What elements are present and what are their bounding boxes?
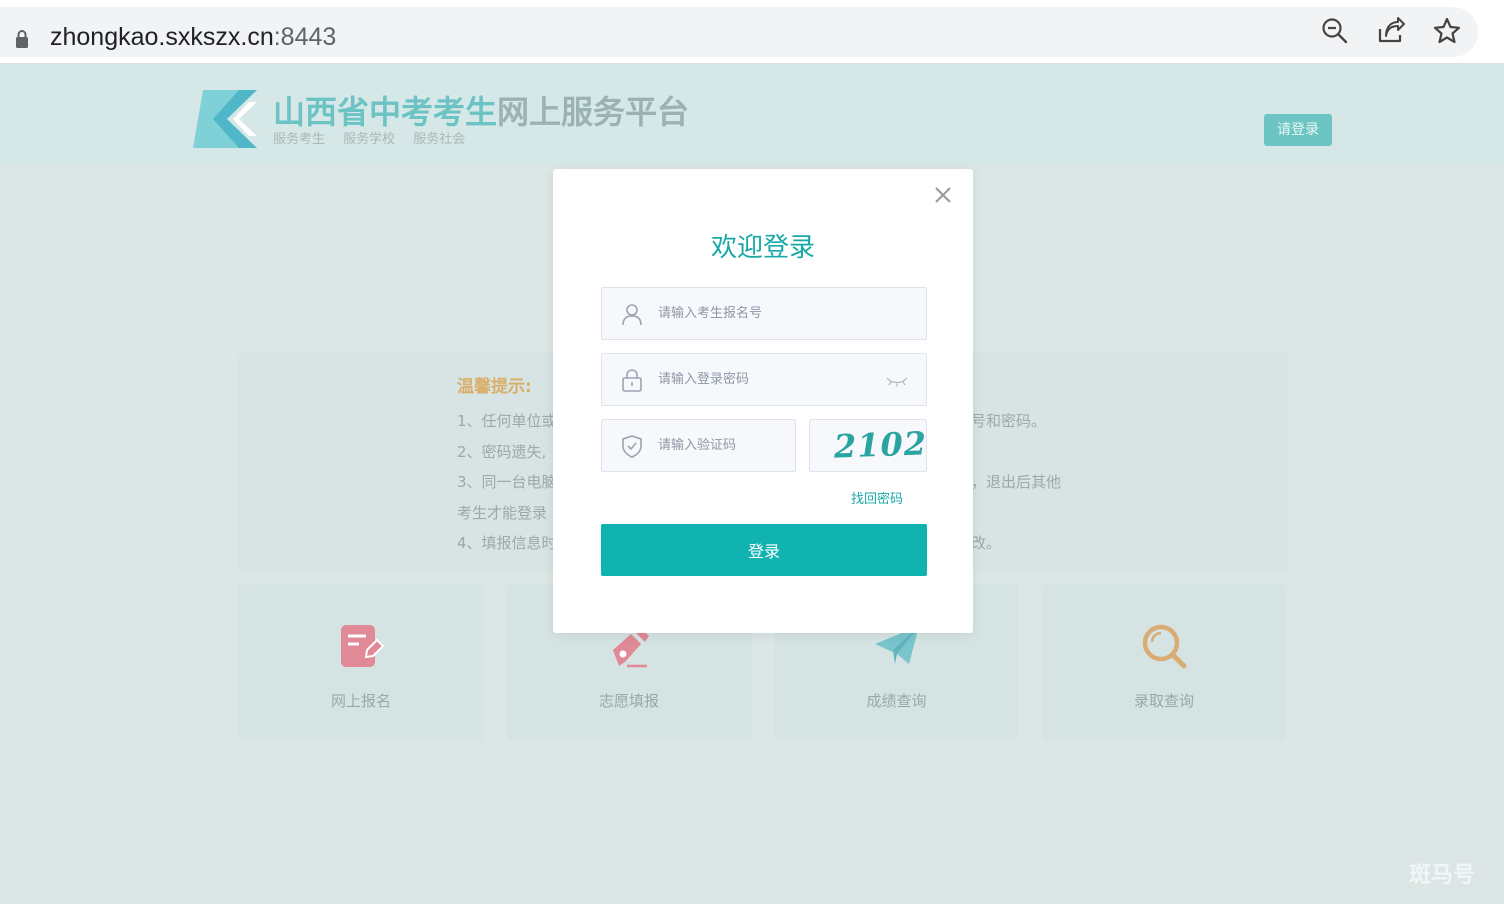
tip-line: 2、密码遗失, — [457, 443, 547, 461]
tip-line: 考生才能登录 — [457, 504, 548, 522]
card-online-registration[interactable]: 网上报名 — [238, 584, 484, 740]
modal-title: 欢迎登录 — [710, 233, 815, 263]
username-field[interactable] — [601, 287, 927, 340]
padlock-icon — [622, 369, 642, 392]
login-submit-button[interactable]: 登录 — [601, 524, 927, 576]
card-label: 志愿填报 — [598, 692, 659, 710]
watermark-text: 斑马号 — [1409, 863, 1476, 888]
magnifier-icon — [1142, 624, 1187, 669]
zoom-out-icon[interactable] — [1320, 16, 1350, 46]
eye-closed-icon[interactable] — [885, 374, 909, 388]
tip-line: ，退出后其他 — [971, 473, 1062, 491]
address-bar[interactable]: zhongkao.sxkszx.cn:8443 — [0, 7, 1478, 57]
header-login-button[interactable]: 请登录 — [1264, 114, 1332, 146]
site-subtitle: 服务考生 服务学校 服务社会 — [273, 132, 466, 147]
url-port: :8443 — [273, 23, 337, 51]
page-content: 山西省中考考生网上服务平台 服务考生 服务学校 服务社会 请登录 温馨提示: 1… — [0, 64, 1504, 904]
user-icon — [622, 304, 642, 326]
captcha-field[interactable] — [601, 419, 796, 472]
captcha-input[interactable] — [658, 420, 788, 471]
tip-line: 1、任何单位或 — [457, 412, 557, 430]
password-field[interactable] — [601, 353, 927, 406]
card-label: 成绩查询 — [866, 692, 927, 710]
lock-icon[interactable] — [14, 29, 30, 49]
site-title-part2: 网上服务平台 — [497, 93, 690, 131]
card-label: 录取查询 — [1133, 692, 1194, 710]
browser-toolbar: zhongkao.sxkszx.cn:8443 — [0, 0, 1504, 64]
forgot-password-link[interactable]: 找回密码 — [851, 488, 903, 507]
password-input[interactable] — [658, 354, 868, 405]
card-admission-query[interactable]: 录取查询 — [1041, 584, 1287, 740]
tip-line: 3、同一台电脑 — [457, 473, 557, 491]
site-logo-icon — [193, 90, 257, 148]
url-host: zhongkao.sxkszx.cn — [50, 23, 274, 51]
captcha-image[interactable]: 2102 — [809, 419, 927, 472]
tips-title: 温馨提示: — [457, 377, 532, 397]
url-text[interactable]: zhongkao.sxkszx.cn:8443 — [50, 23, 336, 52]
share-icon[interactable] — [1376, 16, 1406, 46]
close-icon[interactable] — [933, 185, 953, 205]
star-icon[interactable] — [1432, 16, 1462, 46]
username-input[interactable] — [658, 288, 918, 339]
site-title-part1: 山西省中考考生 — [273, 93, 498, 131]
shield-check-icon — [622, 435, 642, 458]
captcha-text: 2102 — [833, 424, 927, 466]
tip-line: 4、填报信息时 — [457, 534, 557, 552]
edit-document-icon — [341, 625, 385, 667]
card-label: 网上报名 — [330, 692, 391, 710]
login-modal: 欢迎登录 请输入考生报名号 请输入验证码 2102 找回密码 登录 — [553, 169, 973, 633]
tip-line: 改。 — [971, 534, 1002, 552]
tip-line: 号和密码。 — [971, 412, 1047, 430]
site-title: 山西省中考考生网上服务平台 — [273, 87, 689, 133]
site-header: 山西省中考考生网上服务平台 服务考生 服务学校 服务社会 请登录 — [0, 64, 1504, 165]
